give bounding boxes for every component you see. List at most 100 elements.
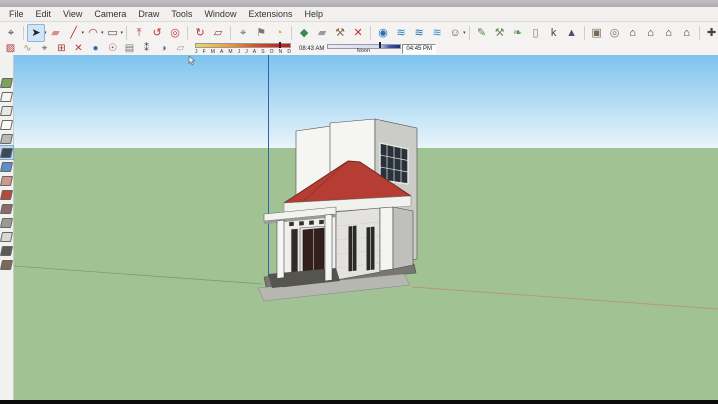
axes-tool-icon[interactable]: ⚒ [331,24,349,42]
select-arrow-icon[interactable]: ➤ [27,24,45,42]
sunset-time-field[interactable]: 04:45 PM [402,44,436,54]
month-label: A [220,49,223,55]
section-plane-3-icon[interactable]: ≋ [428,24,446,42]
front-view-icon[interactable]: ⌂ [642,24,660,42]
sandbox-pencil-icon[interactable]: ✎ [473,24,491,42]
style-thumbnail [0,78,13,88]
sandbox-tools-icon[interactable]: ⚒ [491,24,509,42]
page-icon[interactable]: ▱ [172,41,189,56]
menu-view[interactable]: View [57,8,88,20]
window-title-strip [0,0,718,7]
style-thumbnail [0,190,13,200]
menu-help[interactable]: Help [298,8,329,20]
walk-footprints-icon[interactable]: ⁑ [138,41,155,56]
menu-draw[interactable]: Draw [132,8,165,20]
section-plane-1-icon[interactable]: ≋ [392,24,410,42]
style-pink-box[interactable] [0,174,13,187]
style-thumbnail [0,148,13,158]
sunrise-time-label: 08:43 AM [299,46,324,52]
menu-bar: FileEditViewCameraDrawToolsWindowExtensi… [0,7,718,22]
porch-column-right [325,215,332,282]
menu-window[interactable]: Window [198,8,242,20]
month-label: F [203,49,206,55]
style-dark-box[interactable] [0,146,13,159]
iso-view-icon[interactable]: ▣ [588,24,606,42]
face-style-icon[interactable]: ☺ [446,24,464,42]
style-green-box[interactable] [0,76,13,89]
toolbar-area: ⌖➤▾▰╱▾◠▾▭▾⤒↺◎↻▱⌖⚑◔◆▰⚒✕◉≋≋≋☺▾✎⚒❧▯k▲▣◎⌂⌂⌂⌂… [0,22,718,56]
back-view-icon[interactable]: ⌂ [660,24,678,42]
date-marker-handle[interactable] [279,42,281,48]
zoom-small-icon[interactable]: ⌖ [36,41,53,56]
style-outline-box[interactable] [0,90,13,103]
camera-car-icon[interactable]: ▤ [121,41,138,56]
model-viewport[interactable] [14,55,718,400]
menu-file[interactable]: File [3,8,30,20]
month-label: N [279,49,283,55]
toolbar-row-2: ▨∿⌖⊞✕●☉▤⁑◑▱JFMAMJJASOND08:43 AMNoon04:45… [2,42,436,55]
arc-tool-icon[interactable]: ◠ [84,24,102,42]
cone-tool-icon[interactable]: ▲ [563,24,581,42]
scale-tool-icon[interactable]: ▱ [209,24,227,42]
orbit-blue-icon[interactable]: ◉ [374,24,392,42]
position-camera-icon[interactable]: ☉ [104,41,121,56]
paint-small-icon[interactable]: ▨ [2,41,19,56]
move-4way-icon[interactable]: ✚ [703,24,718,42]
eraser-icon[interactable]: ▰ [47,24,65,42]
zoom-window-icon[interactable]: ⊞ [53,41,70,56]
toolbar-separator [187,26,188,40]
toolbar-separator [584,26,585,40]
menu-edit[interactable]: Edit [30,8,58,20]
delete-icon[interactable]: ✕ [349,24,367,42]
style-thumbnail [0,204,13,214]
leaf-tool-icon[interactable]: ❧ [509,24,527,42]
line-pencil-icon[interactable]: ╱ [65,24,83,42]
shadow-date-slider[interactable]: JFMAMJJASOND [195,43,291,55]
green-axis [14,266,263,284]
follow-me-icon[interactable]: ↺ [148,24,166,42]
toolbar-separator [126,26,127,40]
style-blue-textured-box[interactable] [0,160,13,173]
style-white-box[interactable] [0,118,13,131]
zoom-extents-icon[interactable]: ✕ [70,41,87,56]
zoom-tool-icon[interactable]: ⌖ [2,24,20,42]
swirl-icon[interactable]: ∿ [19,41,36,56]
style-wireframe-box[interactable] [0,230,13,243]
offset-tool-icon[interactable]: ◎ [166,24,184,42]
rotate-tool-icon[interactable]: ↻ [191,24,209,42]
label-tool-icon[interactable]: ▯ [527,24,545,42]
protractor-icon[interactable]: ◔ [270,24,288,42]
style-sketchy-box[interactable] [0,104,13,117]
toolbar-row-1: ⌖➤▾▰╱▾◠▾▭▾⤒↺◎↻▱⌖⚑◔◆▰⚒✕◉≋≋≋☺▾✎⚒❧▯k▲▣◎⌂⌂⌂⌂… [2,24,718,41]
menu-camera[interactable]: Camera [88,8,132,20]
text-flag-icon[interactable]: ⚑ [252,24,270,42]
side-view-icon[interactable]: ⌂ [678,24,696,42]
orbit-sphere-icon[interactable]: ● [87,41,104,56]
soften-eraser-icon[interactable]: ▰ [313,24,331,42]
style-dark-gray-box[interactable] [0,244,13,257]
menu-extensions[interactable]: Extensions [242,8,298,20]
rectangle-tool-icon[interactable]: ▭ [104,24,122,42]
style-red-textured-box[interactable] [0,188,13,201]
date-track[interactable] [195,43,291,48]
look-around-icon[interactable]: ◑ [155,41,172,56]
push-pull-icon[interactable]: ⤒ [130,24,148,42]
walk-tool-icon[interactable]: k [545,24,563,42]
section-plane-2-icon[interactable]: ≋ [410,24,428,42]
style-thumbnail [0,246,13,256]
porch-side-window [291,229,298,274]
cylinder-view-icon[interactable]: ◎ [606,24,624,42]
style-brown-textured-box[interactable] [0,258,13,271]
tape-measure-icon[interactable]: ⌖ [234,24,252,42]
style-shadow-toggle[interactable] [0,202,13,215]
month-label: J [195,49,198,55]
style-shaded-box[interactable] [0,132,13,145]
shadow-time-slider[interactable]: Noon [327,43,399,54]
month-label: M [228,49,232,55]
style-gray-textured-box[interactable] [0,216,13,229]
toolbar-separator [23,26,24,40]
menu-tools[interactable]: Tools [165,8,198,20]
style-thumbnail [0,176,13,186]
top-view-icon[interactable]: ⌂ [624,24,642,42]
paint-bucket-icon[interactable]: ◆ [295,24,313,42]
